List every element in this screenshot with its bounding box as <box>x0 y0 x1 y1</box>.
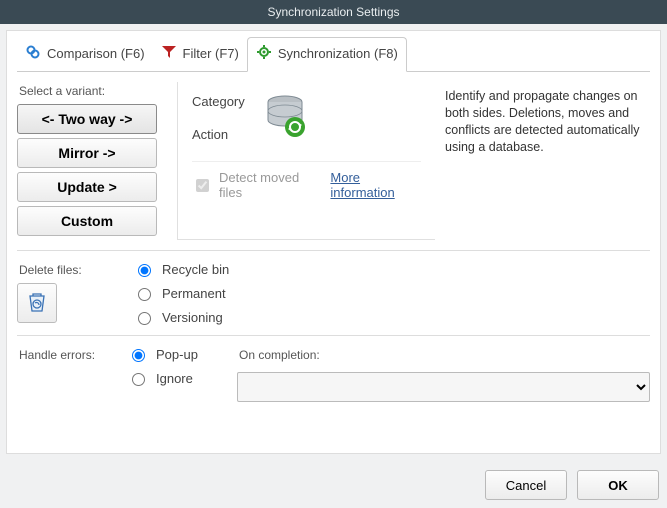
delete-heading: Delete files: <box>19 263 113 277</box>
cancel-button[interactable]: Cancel <box>485 470 567 500</box>
dialog-body: Comparison (F6) Filter (F7) Synchronizat… <box>6 30 661 454</box>
detect-moved-checkbox: Detect moved files <box>192 170 316 200</box>
completion-heading: On completion: <box>239 348 650 362</box>
tab-bar: Comparison (F6) Filter (F7) Synchronizat… <box>17 37 650 72</box>
radio-label: Versioning <box>162 310 223 325</box>
tab-comparison[interactable]: Comparison (F6) <box>17 37 153 71</box>
variant-custom-button[interactable]: Custom <box>17 206 157 236</box>
variant-twoway-button[interactable]: <- Two way -> <box>17 104 157 134</box>
radio-permanent[interactable]: Permanent <box>133 285 229 301</box>
detect-moved-input <box>196 179 209 192</box>
delete-method-button[interactable] <box>17 283 57 323</box>
errors-heading: Handle errors: <box>19 348 113 362</box>
radio-label: Recycle bin <box>162 262 229 277</box>
label-action: Action <box>192 127 245 142</box>
label-category: Category <box>192 94 245 109</box>
filter-icon <box>161 44 177 63</box>
variant-mirror-button[interactable]: Mirror -> <box>17 138 157 168</box>
tab-filter[interactable]: Filter (F7) <box>153 37 247 71</box>
recycle-bin-icon <box>25 290 49 317</box>
radio-label: Pop-up <box>156 347 198 362</box>
more-info-link[interactable]: More information <box>330 170 421 200</box>
tab-label: Filter (F7) <box>183 46 239 61</box>
radio-versioning[interactable]: Versioning <box>133 309 229 325</box>
tab-label: Synchronization (F8) <box>278 46 398 61</box>
variant-update-button[interactable]: Update > <box>17 172 157 202</box>
divider <box>17 250 650 251</box>
radio-ignore[interactable]: Ignore <box>127 370 198 386</box>
database-sync-icon <box>259 90 311 145</box>
ok-button[interactable]: OK <box>577 470 659 500</box>
radio-label: Permanent <box>162 286 226 301</box>
tab-synchronization[interactable]: Synchronization (F8) <box>247 37 407 72</box>
dialog-footer: Cancel OK <box>0 460 667 508</box>
gears-icon <box>256 44 272 63</box>
radio-recycle[interactable]: Recycle bin <box>133 261 229 277</box>
variant-description: Identify and propagate changes on both s… <box>435 82 650 240</box>
window-title: Synchronization Settings <box>0 0 667 24</box>
completion-select[interactable] <box>237 372 650 402</box>
divider <box>17 335 650 336</box>
radio-popup[interactable]: Pop-up <box>127 346 198 362</box>
tab-label: Comparison (F6) <box>47 46 145 61</box>
comparison-icon <box>25 44 41 63</box>
variant-heading: Select a variant: <box>19 84 177 98</box>
detect-moved-label: Detect moved files <box>219 170 316 200</box>
radio-label: Ignore <box>156 371 193 386</box>
